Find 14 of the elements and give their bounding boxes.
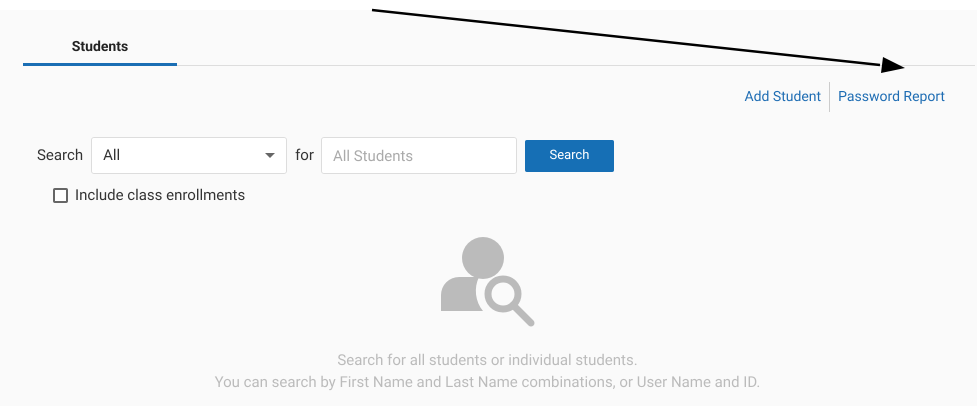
hint-text: Search for all students or individual students. <box>336 350 639 370</box>
user-search-icon <box>441 236 536 328</box>
for-label: for <box>295 145 314 166</box>
checkbox-label: Include class enrollments <box>75 185 246 206</box>
hint-text: You can search by First Name and Last Name combinations, or User Name and ID. <box>214 372 760 392</box>
search-field[interactable]: All Students <box>320 137 517 174</box>
search-label: Search <box>37 145 84 166</box>
students-tab[interactable]: Students <box>23 10 177 66</box>
action-link[interactable]: Add Student <box>736 82 830 112</box>
action-link[interactable]: Password Report <box>829 82 953 112</box>
caret-icon <box>265 153 276 158</box>
include-enrollments-checkbox[interactable] <box>53 188 68 203</box>
scope-dropdown[interactable]: All <box>91 137 288 174</box>
search-button[interactable]: Search <box>524 140 614 172</box>
